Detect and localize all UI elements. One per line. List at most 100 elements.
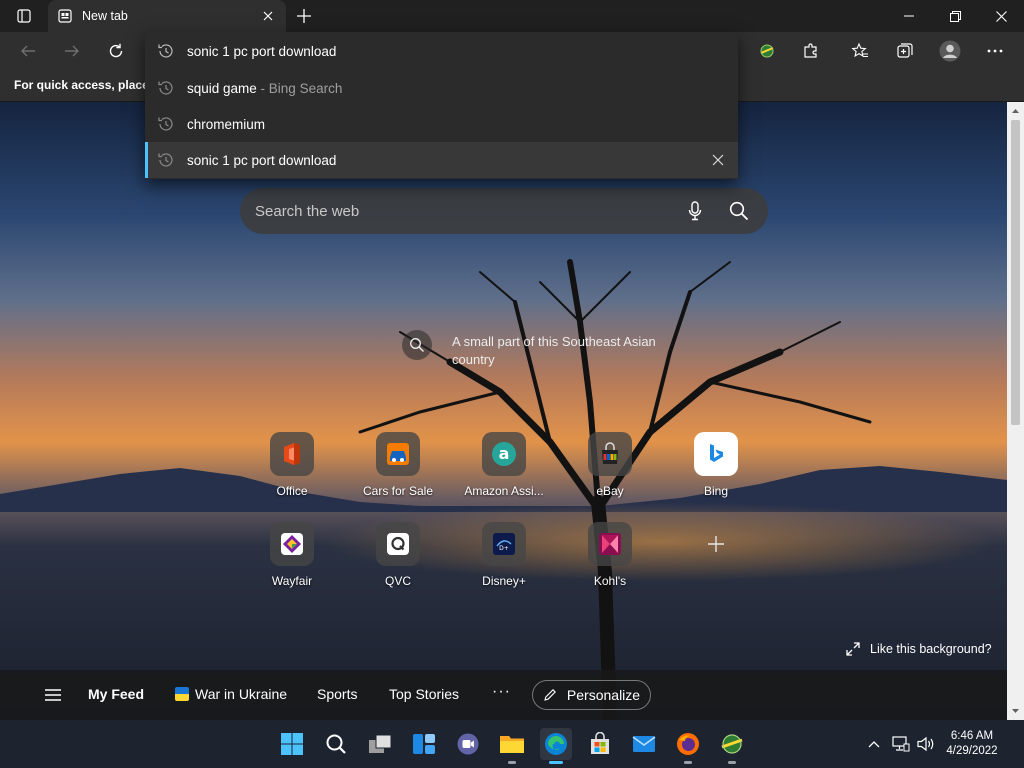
arrow-left-icon — [21, 45, 35, 57]
settings-more-button[interactable] — [980, 36, 1010, 66]
add-quick-link-button[interactable] — [682, 522, 782, 602]
address-bar-dropdown: squid game - Bing Search chromemium soni… — [145, 32, 738, 179]
svg-text:a: a — [499, 444, 510, 463]
quick-link-tile[interactable]: Bing — [682, 432, 782, 512]
ukraine-flag-icon — [175, 687, 189, 701]
quick-link-tile[interactable]: Kohl's — [576, 522, 676, 602]
taskbar-search-button[interactable] — [320, 728, 352, 760]
news-feed-bar: My Feed War in Ukraine Sports Top Storie… — [0, 670, 1007, 720]
quick-link-tile[interactable]: a Amazon Assi... — [464, 432, 570, 512]
search-placeholder: Search the web — [255, 202, 360, 220]
windows-logo-icon — [281, 733, 303, 755]
arrow-right-icon — [65, 45, 79, 57]
ebay-icon — [588, 432, 632, 476]
wayfair-icon — [270, 522, 314, 566]
minimize-button[interactable] — [886, 0, 932, 32]
refresh-button[interactable] — [101, 36, 131, 66]
firefox-button[interactable] — [672, 728, 704, 764]
address-input[interactable] — [187, 43, 707, 59]
teams-chat-button[interactable] — [452, 728, 484, 760]
quick-link-tile[interactable]: Office — [258, 432, 358, 512]
quick-link-tile[interactable]: D+ Disney+ — [470, 522, 570, 602]
favorites-button[interactable] — [845, 36, 875, 66]
taskbar-clock[interactable]: 6:46 AM 4/29/2022 — [940, 729, 1004, 759]
network-button[interactable] — [891, 734, 911, 754]
feed-menu-button[interactable] — [44, 688, 62, 707]
extensions-button[interactable] — [796, 36, 826, 66]
volume-button[interactable] — [916, 734, 936, 754]
suggestion-query: squid game — [187, 80, 257, 96]
collections-button[interactable] — [890, 36, 920, 66]
feed-tab-ukraine[interactable]: War in Ukraine — [175, 686, 287, 702]
extension-vpn-button[interactable] — [752, 36, 782, 66]
feed-tab-sports[interactable]: Sports — [317, 686, 357, 702]
scrollbar-thumb[interactable] — [1011, 120, 1020, 425]
suggestion-item-selected[interactable]: sonic 1 pc port download — [145, 142, 738, 178]
background-caption[interactable]: A small part of this Southeast Asian cou… — [402, 330, 692, 369]
microphone-icon — [688, 201, 702, 221]
suggestion-item[interactable]: chromemium — [145, 106, 738, 142]
suggestion-item[interactable]: squid game - Bing Search — [145, 70, 738, 106]
history-icon — [158, 81, 173, 95]
close-window-button[interactable] — [978, 0, 1024, 32]
favorites-star-icon — [851, 42, 868, 58]
personalize-button[interactable]: Personalize — [532, 680, 651, 710]
visual-search-button[interactable] — [402, 330, 432, 360]
feed-more-button[interactable]: ··· — [492, 683, 511, 701]
refresh-icon — [109, 43, 123, 58]
quick-link-label: Kohl's — [593, 574, 627, 588]
running-indicator — [684, 761, 692, 764]
show-hidden-icons-button[interactable] — [864, 734, 884, 754]
history-icon — [158, 117, 173, 131]
quick-link-tile[interactable]: Cars for Sale — [363, 432, 464, 512]
page-scrollbar[interactable] — [1007, 102, 1024, 720]
forward-button[interactable] — [57, 36, 87, 66]
svg-text:D+: D+ — [499, 545, 509, 552]
address-bar — [145, 32, 738, 70]
new-tab-button[interactable] — [292, 4, 316, 28]
back-button[interactable] — [13, 36, 43, 66]
like-background-button[interactable]: Like this background? — [846, 642, 992, 656]
remove-suggestion-button[interactable] — [710, 152, 726, 168]
task-view-button[interactable] — [364, 728, 396, 760]
close-icon — [263, 11, 273, 21]
widgets-button[interactable] — [408, 728, 440, 760]
edge-browser-icon — [545, 733, 567, 755]
quick-link-tile[interactable]: Wayfair — [258, 522, 358, 602]
quick-link-label: Cars for Sale — [362, 484, 434, 498]
running-indicator — [728, 761, 736, 764]
background-caption-text: A small part of this Southeast Asian cou… — [452, 334, 656, 367]
voice-search-button[interactable] — [680, 196, 710, 226]
tab-close-button[interactable] — [260, 8, 276, 24]
avatar-icon — [939, 40, 961, 62]
my-feed-tab[interactable]: My Feed — [88, 686, 144, 702]
microsoft-store-button[interactable] — [584, 728, 616, 760]
clock-time: 6:46 AM — [950, 730, 994, 742]
more-horizontal-icon — [987, 49, 1003, 53]
mail-button[interactable] — [628, 728, 660, 760]
extension-app-button[interactable] — [716, 728, 748, 764]
profile-button[interactable] — [935, 36, 965, 66]
web-search-box[interactable]: Search the web — [240, 188, 768, 234]
restore-button[interactable] — [932, 0, 978, 32]
browser-tab[interactable]: New tab — [48, 0, 286, 32]
close-icon — [712, 154, 724, 166]
bing-icon — [694, 432, 738, 476]
start-button[interactable] — [276, 728, 308, 760]
history-icon — [158, 44, 173, 58]
file-explorer-button[interactable] — [496, 728, 528, 764]
history-icon — [158, 153, 173, 167]
quick-link-tile[interactable]: QVC — [364, 522, 464, 602]
quick-link-tile[interactable]: eBay — [576, 432, 676, 512]
scroll-down-icon — [1012, 709, 1019, 713]
quick-link-label: eBay — [596, 484, 624, 498]
edge-button[interactable] — [540, 728, 572, 764]
hamburger-icon — [45, 689, 61, 701]
tab-actions-button[interactable] — [8, 6, 40, 26]
office-icon — [270, 432, 314, 476]
feed-tab-top-stories[interactable]: Top Stories — [389, 686, 459, 702]
search-button[interactable] — [724, 196, 754, 226]
minimize-icon — [904, 15, 914, 17]
quick-link-label: Disney+ — [482, 574, 526, 588]
scroll-up-icon — [1012, 109, 1019, 113]
